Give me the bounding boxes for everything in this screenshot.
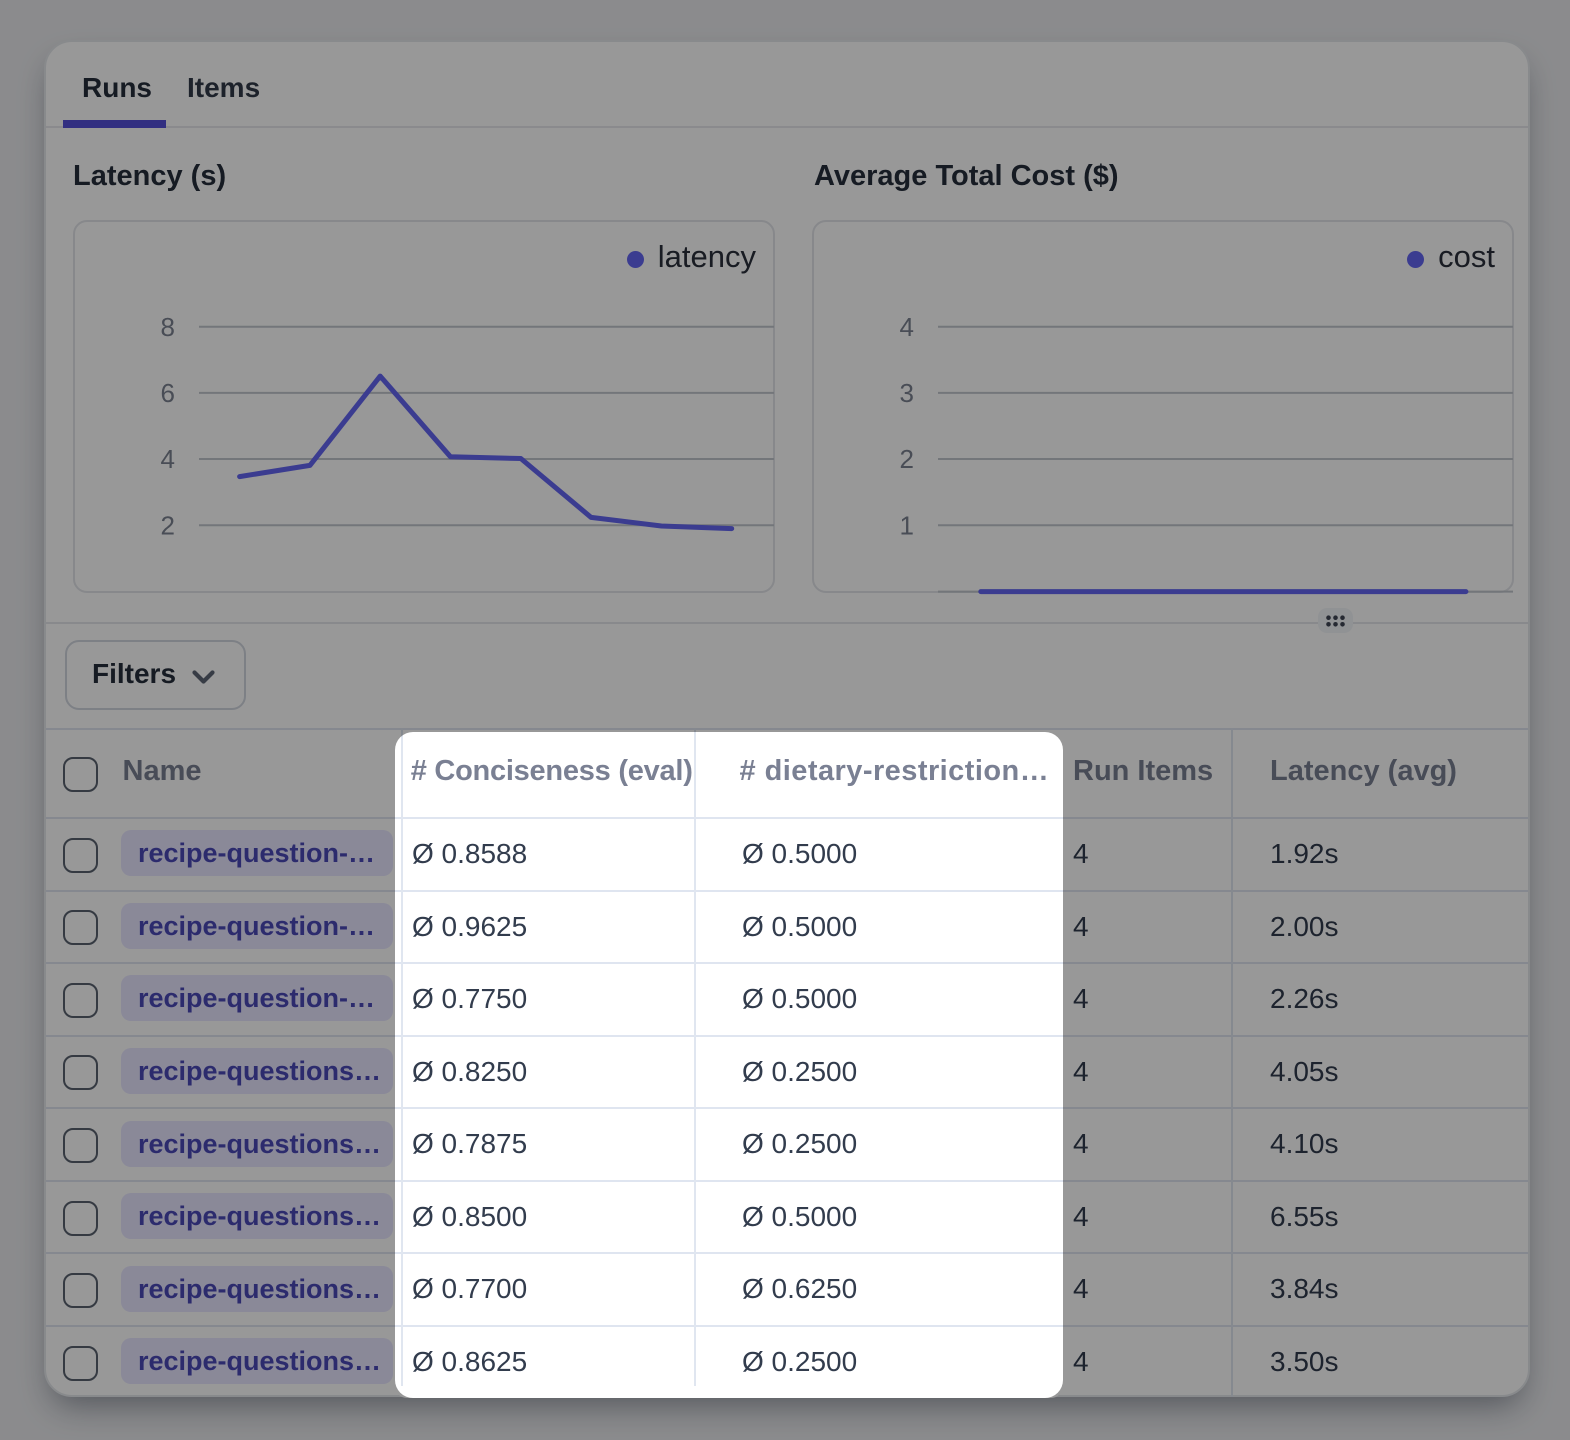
svg-text:8: 8 [161, 312, 175, 342]
svg-text:4: 4 [161, 444, 175, 474]
svg-text:2: 2 [900, 444, 914, 474]
svg-text:6: 6 [161, 378, 175, 408]
svg-text:3: 3 [900, 378, 914, 408]
svg-text:1: 1 [900, 510, 914, 540]
svg-text:4: 4 [900, 312, 914, 342]
svg-text:2: 2 [161, 510, 175, 540]
